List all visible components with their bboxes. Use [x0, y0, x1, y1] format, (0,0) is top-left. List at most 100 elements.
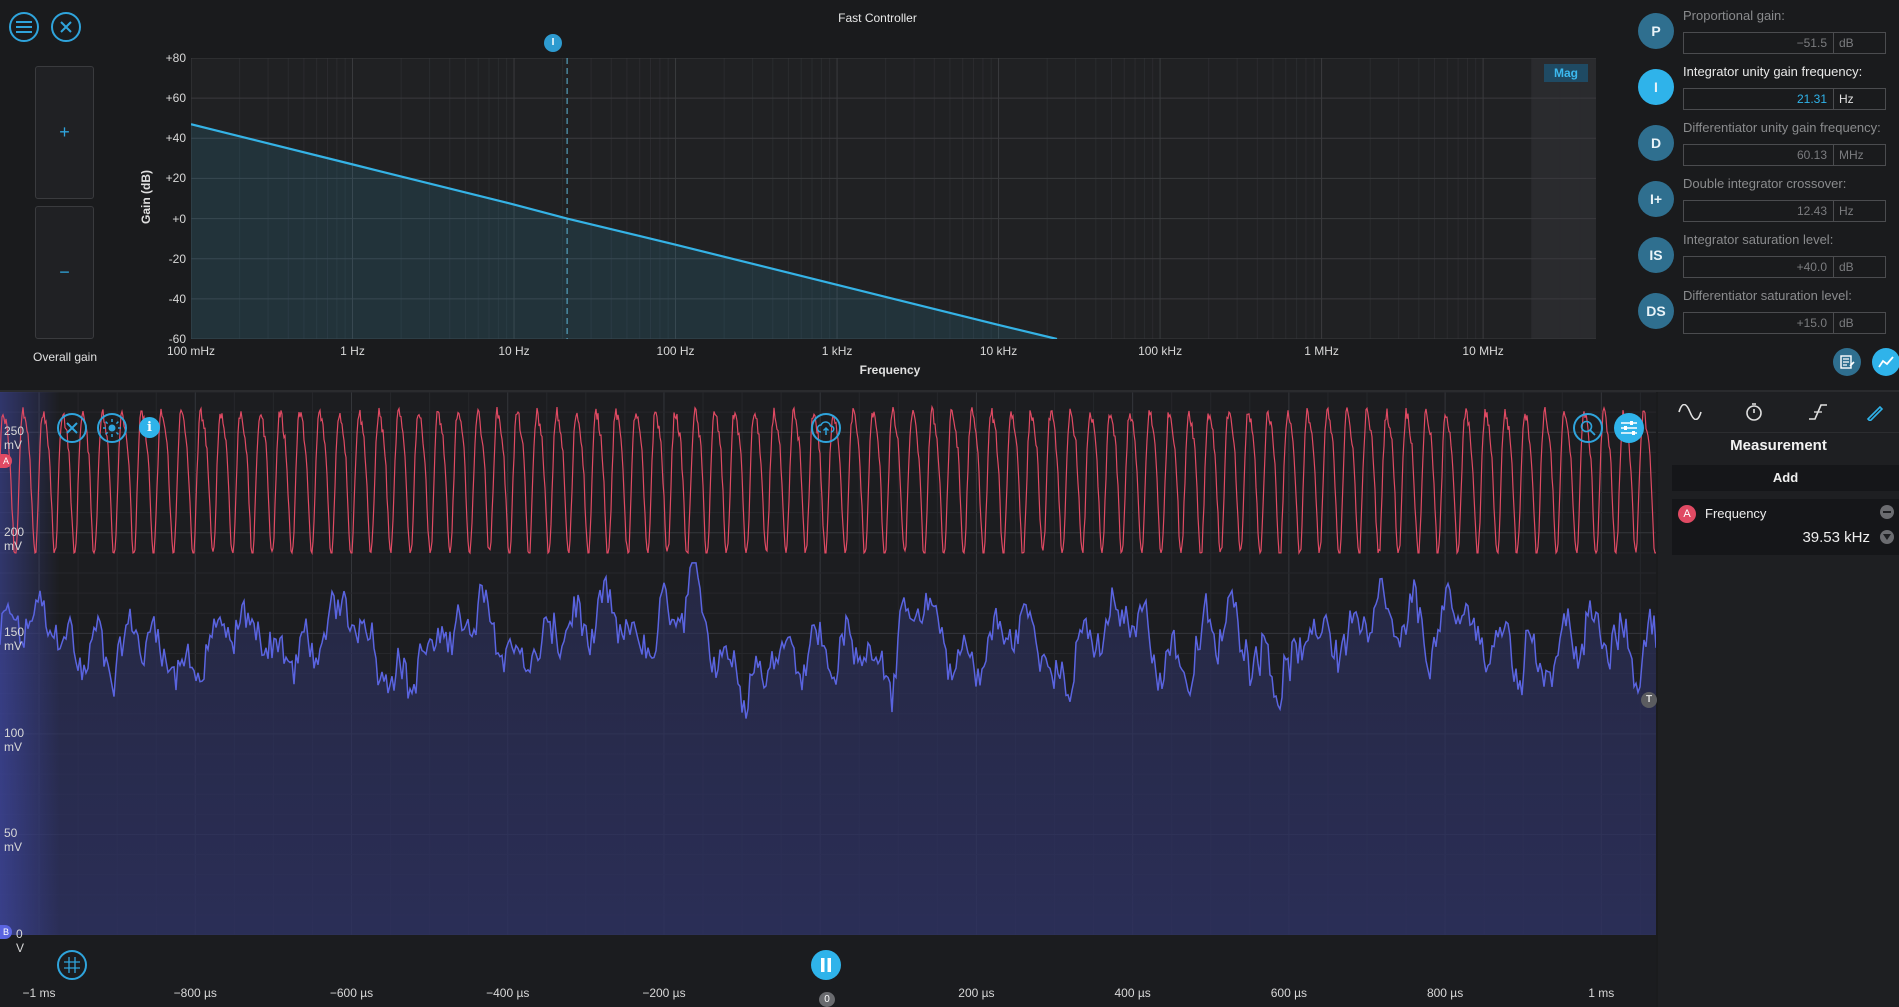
remove-measurement-button[interactable]	[1880, 505, 1894, 519]
param-unit: Hz	[1833, 201, 1885, 221]
param-label-0: Proportional gain:	[1683, 8, 1785, 23]
menu-icon	[16, 21, 32, 33]
param-label-4: Integrator saturation level:	[1683, 232, 1834, 247]
cloud-upload-icon	[817, 421, 835, 435]
add-measurement-button[interactable]: Add	[1672, 465, 1899, 491]
param-badge-5[interactable]: DS	[1638, 293, 1674, 329]
param-unit: Hz	[1833, 89, 1885, 109]
controller-title: Fast Controller	[838, 11, 917, 25]
measurement-name: Frequency	[1705, 506, 1767, 521]
sine-wave-icon	[1678, 404, 1702, 420]
info-icon: i	[147, 420, 152, 435]
param-input-4[interactable]: +40.0 dB	[1683, 256, 1886, 278]
close-icon	[66, 422, 78, 434]
param-unit: dB	[1833, 257, 1885, 277]
scope-x-tick: −200 µs	[642, 986, 686, 1000]
autoscale-button[interactable]	[97, 413, 127, 443]
mag-toggle[interactable]: Mag	[1544, 64, 1588, 82]
integrator-marker[interactable]: I	[544, 34, 562, 52]
pause-button[interactable]	[811, 950, 841, 980]
oscilloscope-plot[interactable]	[0, 392, 1656, 935]
bode-plot[interactable]	[191, 58, 1596, 339]
scope-x-tick: −600 µs	[329, 986, 374, 1000]
overall-gain-label: Overall gain	[32, 350, 98, 364]
param-input-0[interactable]: −51.5 dB	[1683, 32, 1886, 54]
bode-y-tick: -40	[168, 291, 186, 306]
scope-settings-button[interactable]	[1614, 413, 1644, 443]
param-value[interactable]: 12.43	[1684, 201, 1833, 221]
sliders-icon	[1621, 421, 1637, 435]
param-unit: dB	[1833, 313, 1885, 333]
param-badge-2[interactable]: D	[1638, 125, 1674, 161]
param-input-3[interactable]: 12.43 Hz	[1683, 200, 1886, 222]
bode-x-tick: 100 kHz	[1138, 344, 1183, 358]
param-value[interactable]: +15.0	[1684, 313, 1833, 333]
param-label-5: Differentiator saturation level:	[1683, 288, 1852, 303]
minus-icon	[1883, 511, 1891, 513]
bode-y-tick: +60	[165, 91, 186, 106]
param-value[interactable]: 21.31	[1684, 89, 1833, 109]
param-unit: MHz	[1833, 145, 1885, 165]
scope-close-button[interactable]	[57, 413, 87, 443]
bode-x-tick: 100 Hz	[656, 344, 695, 358]
stopwatch-icon	[1746, 403, 1762, 421]
magnifier-icon	[1580, 420, 1596, 436]
tab-waveform[interactable]	[1658, 400, 1722, 424]
gain-increase-button[interactable]: +	[35, 66, 94, 199]
chevron-down-icon	[1883, 534, 1891, 540]
trigger-edge-icon	[1809, 404, 1827, 420]
measurement-channel-badge: A	[1678, 505, 1696, 523]
measurement-dropdown-button[interactable]	[1880, 530, 1894, 544]
scope-y-tick: 100 mV	[4, 725, 25, 754]
param-label-1: Integrator unity gain frequency:	[1683, 64, 1863, 79]
zoom-button[interactable]	[1573, 413, 1603, 443]
param-value[interactable]: 60.13	[1684, 145, 1833, 165]
param-badge-1[interactable]: I	[1638, 69, 1674, 105]
gain-decrease-button[interactable]: −	[35, 206, 94, 339]
param-badge-3[interactable]: I+	[1638, 181, 1674, 217]
info-button[interactable]: i	[139, 417, 160, 438]
scope-x-tick: −400 µs	[486, 986, 530, 1000]
scope-x-tick: 1 ms	[1588, 986, 1615, 1000]
scope-x-tick: −1 ms	[22, 986, 56, 1000]
grid-icon	[64, 957, 80, 973]
tab-trigger[interactable]	[1786, 400, 1850, 424]
time-zero-marker[interactable]: 0	[819, 992, 835, 1007]
param-badge-0[interactable]: P	[1638, 13, 1674, 49]
ruler-pencil-icon	[1866, 405, 1883, 421]
grid-toggle-button[interactable]	[57, 950, 87, 980]
trigger-marker[interactable]: T	[1641, 692, 1657, 708]
param-value[interactable]: +40.0	[1684, 257, 1833, 277]
bode-x-tick: 10 Hz	[498, 344, 530, 358]
param-input-1[interactable]: 21.31 Hz	[1683, 88, 1886, 110]
param-input-5[interactable]: +15.0 dB	[1683, 312, 1886, 334]
trend-icon	[1878, 356, 1894, 368]
bode-y-tick: +80	[165, 51, 186, 65]
scope-x-tick: 200 µs	[958, 986, 995, 1000]
scope-x-tick: −800 µs	[173, 986, 217, 1000]
close-icon	[60, 21, 72, 33]
sun-icon	[103, 419, 121, 437]
notes-button[interactable]	[1833, 348, 1861, 376]
close-button[interactable]	[51, 12, 81, 42]
bode-x-tick: 10 MHz	[1462, 344, 1504, 358]
bode-x-tick: 100 mHz	[166, 344, 216, 358]
measurement-title: Measurement	[1730, 437, 1827, 454]
cloud-upload-button[interactable]	[811, 413, 841, 443]
tab-timebase[interactable]	[1722, 400, 1786, 424]
param-label-3: Double integrator crossover:	[1683, 176, 1847, 191]
scope-x-tick: 400 µs	[1114, 986, 1151, 1000]
plot-toggle-button[interactable]	[1872, 348, 1899, 376]
scope-y-tick: 150 mV	[4, 625, 25, 654]
tab-measurement[interactable]	[1850, 400, 1899, 424]
bode-x-tick: 10 kHz	[979, 344, 1018, 358]
param-input-2[interactable]: 60.13 MHz	[1683, 144, 1886, 166]
menu-button[interactable]	[9, 12, 39, 42]
param-value[interactable]: −51.5	[1684, 33, 1833, 53]
bode-bandwidth-region	[1531, 58, 1596, 339]
bode-ylabel: Gain (dB)	[139, 170, 153, 224]
notes-icon	[1840, 355, 1855, 369]
pause-icon	[821, 958, 831, 972]
scope-x-tick: 800 µs	[1426, 986, 1464, 1000]
param-badge-4[interactable]: IS	[1638, 237, 1674, 273]
